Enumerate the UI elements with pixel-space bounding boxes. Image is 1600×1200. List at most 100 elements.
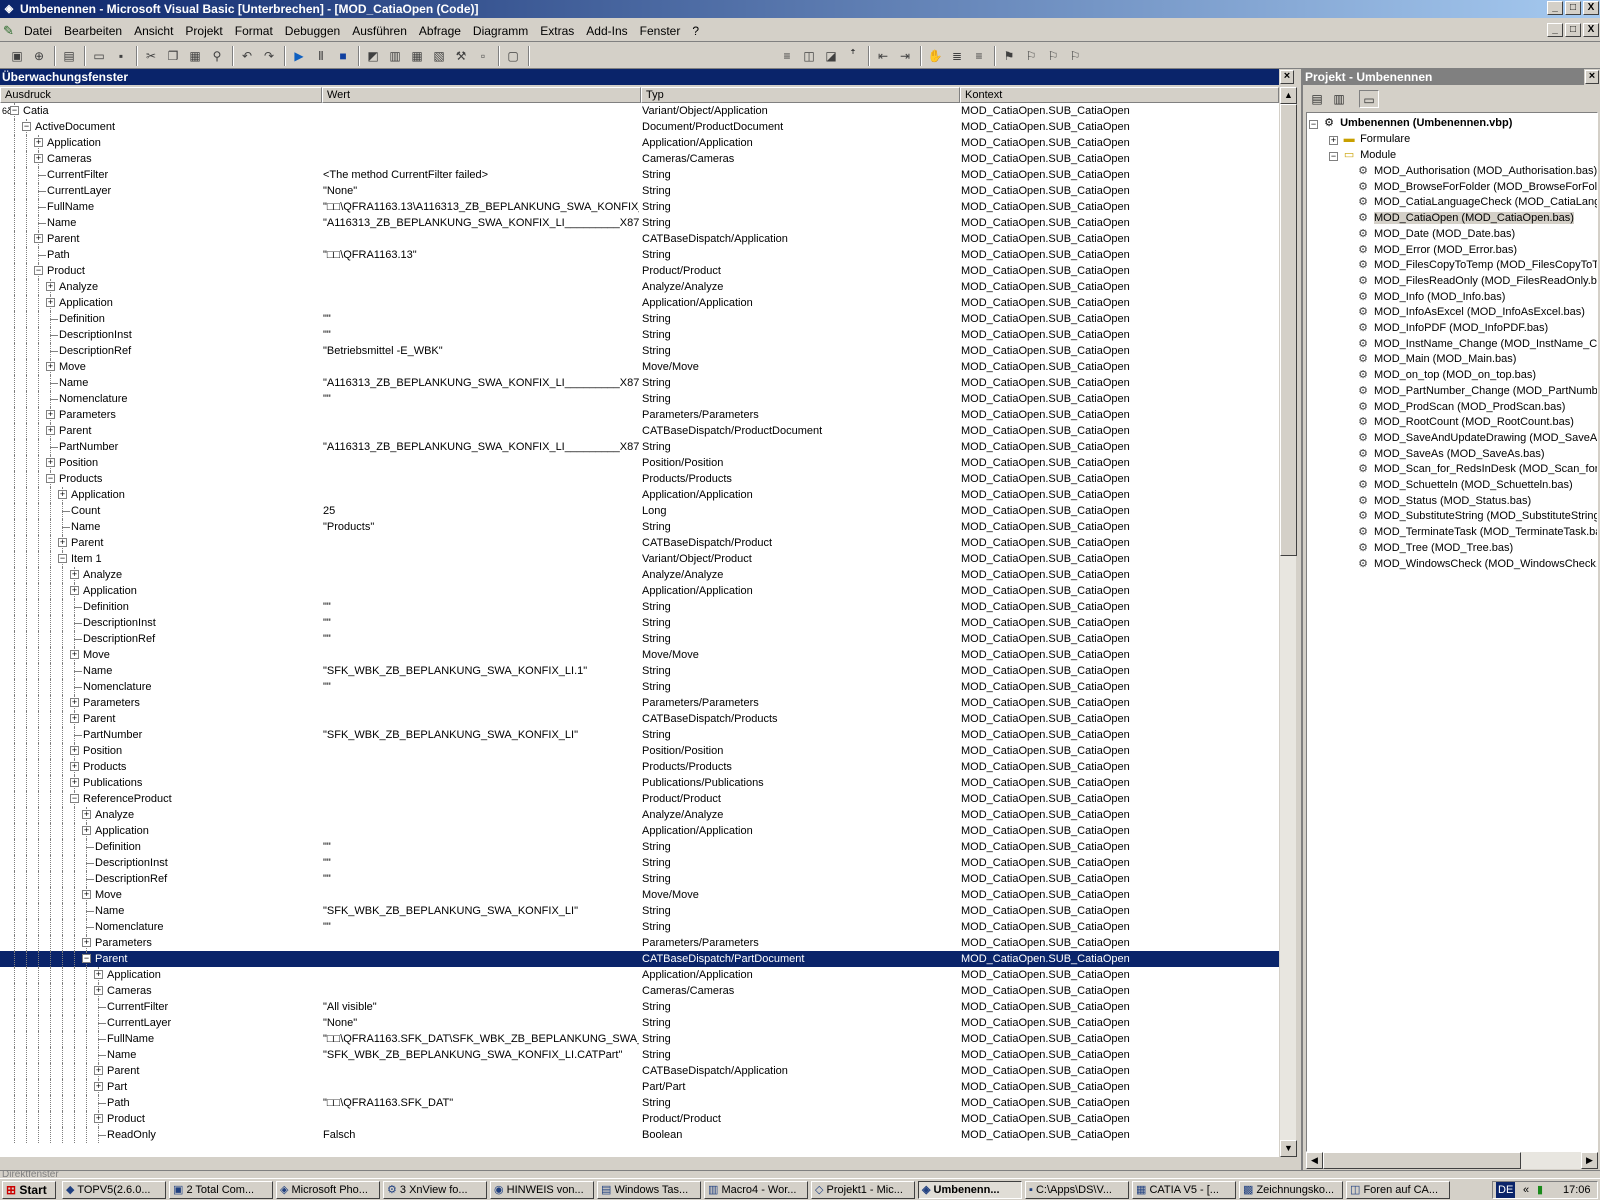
watch-row[interactable]: + Product Product/Product MOD_CatiaOpen.SUB… xyxy=(0,1111,1279,1127)
undo-icon[interactable]: ↶ xyxy=(238,47,256,65)
breakpoint-icon[interactable]: ✋ xyxy=(926,47,944,65)
watch-row[interactable]: + Move Move/Move MOD_CatiaOpen.SUB_CatiaOpe… xyxy=(0,887,1279,903)
watch-row[interactable]: + Application Application/Application MOD_C… xyxy=(0,135,1279,151)
module-item[interactable]: ⚙ MOD_ProdScan (MOD_ProdScan.bas) xyxy=(1355,399,1565,415)
module-item[interactable]: ⚙ MOD_SaveAs (MOD_SaveAs.bas) xyxy=(1355,446,1545,462)
watch-row[interactable]: + Position Position/Position MOD_CatiaOpen.… xyxy=(0,743,1279,759)
module-item[interactable]: ⚙ MOD_Info (MOD_Info.bas) xyxy=(1355,289,1505,305)
watch-row[interactable]: + Parameters Parameters/Parameters MOD_Cati… xyxy=(0,695,1279,711)
column-kontext[interactable]: Kontext xyxy=(960,87,1279,103)
taskbar-button[interactable]: ◇ Projekt1 - Mic... xyxy=(811,1181,915,1199)
watch-row[interactable]: Nomenclature "" String MOD_CatiaOpen.SUB_Ca… xyxy=(0,679,1279,695)
add-module-icon[interactable]: ▣ xyxy=(8,47,26,65)
language-indicator[interactable]: DE xyxy=(1496,1182,1516,1198)
expand-icon[interactable]: + xyxy=(82,938,91,947)
pause-icon[interactable]: Ⅱ xyxy=(312,47,330,65)
collapse-icon[interactable]: − xyxy=(22,122,31,131)
expand-icon[interactable]: + xyxy=(70,762,79,771)
watch-row[interactable]: Count 25 Long MOD_CatiaOpen.SUB_CatiaOpen xyxy=(0,503,1279,519)
collapse-icon[interactable]: − xyxy=(82,954,91,963)
collapse-icon[interactable]: − xyxy=(58,554,67,563)
watch-row[interactable]: PartNumber "SFK_WBK_ZB_BEPLANKUNG_SWA_KON… xyxy=(0,727,1279,743)
taskbar-button[interactable]: ◉ HINWEIS von... xyxy=(490,1181,594,1199)
code-icon[interactable]: ▤ xyxy=(60,47,78,65)
scroll-down-icon[interactable]: ▼ xyxy=(1280,1140,1297,1157)
view-object-icon[interactable]: ▥ xyxy=(1329,90,1349,108)
child-close-button[interactable]: X xyxy=(1583,23,1599,37)
module-item[interactable]: ⚙ MOD_on_top (MOD_on_top.bas) xyxy=(1355,367,1536,383)
taskbar-button[interactable]: ▩ Zeichnungsko... xyxy=(1239,1181,1343,1199)
module-item[interactable]: ⚙ MOD_FilesCopyToTemp (MOD_FilesCopyToTem… xyxy=(1355,257,1597,273)
watch-row[interactable]: + Part Part/Part MOD_CatiaOpen.SUB_CatiaOpe… xyxy=(0,1079,1279,1095)
watch-row[interactable]: − Parent CATBaseDispatch/PartDocument MOD_C… xyxy=(0,951,1279,967)
params-icon[interactable]: ◪ xyxy=(822,47,840,65)
watch-row[interactable]: + Parent CATBaseDispatch/Application MOD_Ca… xyxy=(0,231,1279,247)
watch-row[interactable]: + Parent CATBaseDispatch/Product MOD_CatiaO… xyxy=(0,535,1279,551)
watch-row[interactable]: + Move Move/Move MOD_CatiaOpen.SUB_CatiaOpe… xyxy=(0,647,1279,663)
watch-row[interactable]: Nomenclature "" String MOD_CatiaOpen.SUB_Ca… xyxy=(0,391,1279,407)
collapse-icon[interactable]: − xyxy=(1309,120,1318,129)
menu-item[interactable]: Fenster xyxy=(640,24,681,38)
expand-icon[interactable]: + xyxy=(70,586,79,595)
watch-row[interactable]: + Parent CATBaseDispatch/Application MOD_Ca… xyxy=(0,1063,1279,1079)
menu-item[interactable]: Add-Ins xyxy=(586,24,627,38)
module-item[interactable]: ⚙ MOD_Authorisation (MOD_Authorisation.ba… xyxy=(1355,163,1597,179)
menu-item[interactable]: Debuggen xyxy=(285,24,340,38)
copy-icon[interactable]: ❐ xyxy=(164,47,182,65)
project-root[interactable]: − ⚙ Umbenennen (Umbenennen.vbp) xyxy=(1309,115,1512,131)
toolbox-icon[interactable]: ⚒ xyxy=(452,47,470,65)
expand-icon[interactable]: + xyxy=(1329,136,1338,145)
module-item[interactable]: ⚙ MOD_CatiaLanguageCheck (MOD_CatiaLangua… xyxy=(1355,194,1597,210)
watch-row[interactable]: − Product Product/Product MOD_CatiaOpen.SUB… xyxy=(0,263,1279,279)
expand-icon[interactable]: + xyxy=(70,714,79,723)
watch-row[interactable]: + Application Application/Application MOD_C… xyxy=(0,295,1279,311)
clear-bookmark-icon[interactable]: ⚐ xyxy=(1066,47,1084,65)
watch-row[interactable]: − Item 1 Variant/Object/Product MOD_CatiaOp… xyxy=(0,551,1279,567)
watch-row[interactable]: − ReferenceProduct Product/Product MOD_Cati… xyxy=(0,791,1279,807)
module-item[interactable]: ⚙ MOD_SubstituteString (MOD_SubstituteStr… xyxy=(1355,508,1597,524)
module-item[interactable]: ⚙ MOD_Scan_for_RedsInDesk (MOD_Scan_for_R… xyxy=(1355,461,1597,477)
taskbar-button[interactable]: ▤ Windows Tas... xyxy=(597,1181,701,1199)
scroll-left-icon[interactable]: ◀ xyxy=(1306,1152,1323,1169)
save-icon[interactable]: ▪ xyxy=(112,47,130,65)
watch-row[interactable]: CurrentFilter <The method CurrentFilter f… xyxy=(0,167,1279,183)
watch-row[interactable]: Path "□□\QFRA1163.13" String MOD_CatiaOpen.… xyxy=(0,247,1279,263)
taskbar-button[interactable]: ◆ TOPV5(2.6.0... xyxy=(62,1181,166,1199)
expand-icon[interactable]: + xyxy=(34,234,43,243)
column-wert[interactable]: Wert xyxy=(322,87,641,103)
menu-item[interactable]: Abfrage xyxy=(419,24,461,38)
watch-row[interactable]: Name "Products" String MOD_CatiaOpen.SUB_Ca… xyxy=(0,519,1279,535)
menu-item[interactable]: Bearbeiten xyxy=(64,24,122,38)
watch-row[interactable]: Name "SFK_WBK_ZB_BEPLANKUNG_SWA_KONFIX_LI… xyxy=(0,903,1279,919)
open-icon[interactable]: ▭ xyxy=(90,47,108,65)
expand-icon[interactable]: + xyxy=(70,650,79,659)
expand-icon[interactable]: + xyxy=(70,570,79,579)
watch-close-icon[interactable]: × xyxy=(1280,70,1294,84)
expand-icon[interactable]: + xyxy=(82,890,91,899)
cut-icon[interactable]: ✂ xyxy=(142,47,160,65)
position-icon[interactable]: ▢ xyxy=(504,47,522,65)
menu-item[interactable]: Ausführen xyxy=(352,24,407,38)
close-button[interactable]: X xyxy=(1583,1,1599,15)
scroll-right-icon[interactable]: ▶ xyxy=(1581,1152,1598,1169)
menu-item[interactable]: Ansicht xyxy=(134,24,173,38)
module-item[interactable]: ⚙ MOD_Schuetteln (MOD_Schuetteln.bas) xyxy=(1355,477,1573,493)
collapse-icon[interactable]: − xyxy=(34,266,43,275)
object-browser-icon[interactable]: ▧ xyxy=(430,47,448,65)
scroll-up-icon[interactable]: ▲ xyxy=(1280,87,1297,104)
column-ausdruck[interactable]: Ausdruck xyxy=(0,87,322,103)
collapse-icon[interactable]: − xyxy=(46,474,55,483)
paste-icon[interactable]: ▦ xyxy=(186,47,204,65)
watch-row[interactable]: DescriptionRef "" String MOD_CatiaOpen.SUB_… xyxy=(0,631,1279,647)
module-item[interactable]: ⚙ MOD_Main (MOD_Main.bas) xyxy=(1355,351,1516,367)
watch-row[interactable]: + Analyze Analyze/Analyze MOD_CatiaOpen.SUB… xyxy=(0,567,1279,583)
maximize-button[interactable]: □ xyxy=(1565,1,1581,15)
watch-row[interactable]: DescriptionInst "" String MOD_CatiaOpen.SUB… xyxy=(0,327,1279,343)
list-icon[interactable]: ≡ xyxy=(778,47,796,65)
expand-icon[interactable]: + xyxy=(94,986,103,995)
toggle-folders-icon[interactable]: ▭ xyxy=(1359,90,1379,108)
stop-icon[interactable]: ■ xyxy=(334,47,352,65)
watch-row[interactable]: CurrentLayer "None" String MOD_CatiaOpen.SU… xyxy=(0,183,1279,199)
menu-item[interactable]: Datei xyxy=(24,24,52,38)
watch-row[interactable]: + Parameters Parameters/Parameters MOD_Cati… xyxy=(0,935,1279,951)
